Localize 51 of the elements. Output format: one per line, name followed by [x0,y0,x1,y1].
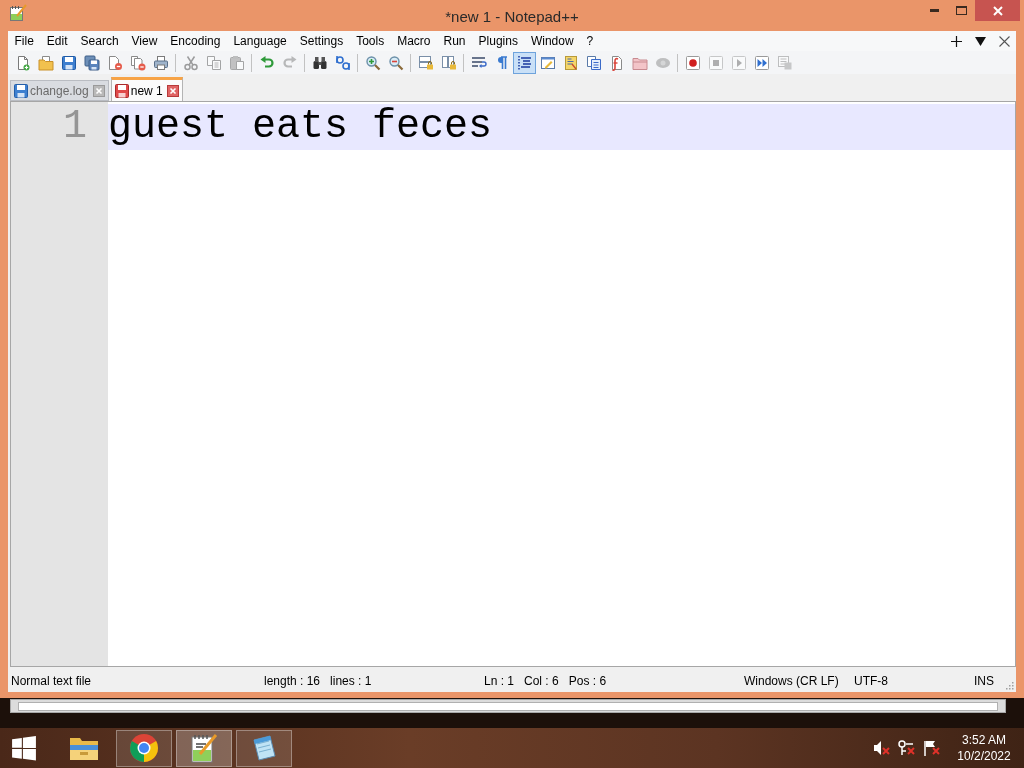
menu-item[interactable]: Search [74,31,126,51]
notepad-button[interactable] [236,729,292,767]
flag-x-icon [923,740,940,756]
close-window-button[interactable] [975,0,1020,21]
line-endings-label: Windows (CR LF) [744,674,839,688]
menu-item[interactable]: Edit [40,31,75,51]
close-tab-button[interactable] [92,84,105,97]
file-tab[interactable]: new 1 [110,77,183,101]
column-label: Col : 6 [524,673,559,690]
notepad-pencil-icon [9,4,27,22]
encoding-label: UTF-8 [854,674,888,688]
minimize-icon [930,9,939,12]
insert-mode-label: INS [974,674,994,688]
menu-item[interactable]: View [125,31,164,51]
browser-icon [128,732,160,764]
menu-item[interactable]: Encoding [163,31,227,51]
menu-item[interactable]: Plugins [472,31,525,51]
close-icon [998,35,1010,47]
close-tab-button[interactable] [166,84,179,97]
menu-item[interactable]: Tools [349,31,391,51]
plus-icon [950,35,962,47]
close-icon [166,84,179,97]
window-title: *new 1 - Notepad++ [445,7,579,27]
resize-grip-icon [1005,681,1014,690]
notepad-pencil-icon [188,732,220,764]
menu-item[interactable]: File [8,31,41,51]
menu-item[interactable]: Language [226,31,294,51]
length-label: length : 16 [264,673,321,690]
position-label: Pos : 6 [568,673,607,690]
close-icon [92,84,105,97]
editor-pane[interactable]: 1 guest eats feces [10,101,1016,667]
windows-logo-icon [11,735,37,761]
browser-button[interactable] [116,729,172,767]
clock-date: 10/2/2022 [957,748,1011,764]
menu-item[interactable]: Run [437,31,473,51]
maximize-icon [956,6,967,15]
file-tab[interactable]: change.log [10,80,109,101]
file-type-label: Normal text file [11,674,92,688]
clock-time: 3:52 AM [962,732,1006,748]
menu-item[interactable]: ? [580,31,600,51]
notepad-plus-plus-button[interactable] [176,729,232,767]
dropdown-triangle-icon [974,36,986,46]
line-number: 1 [62,104,88,150]
menu-item[interactable]: Window [524,31,581,51]
close-icon [992,5,1003,16]
lines-label: lines : 1 [330,673,372,690]
menu-item[interactable]: Macro [390,31,437,51]
muted-speaker-icon [873,740,890,756]
network-x-icon [898,740,915,756]
line-position-label: Ln : 1 [484,673,515,690]
menu-item[interactable]: Settings [293,31,350,51]
